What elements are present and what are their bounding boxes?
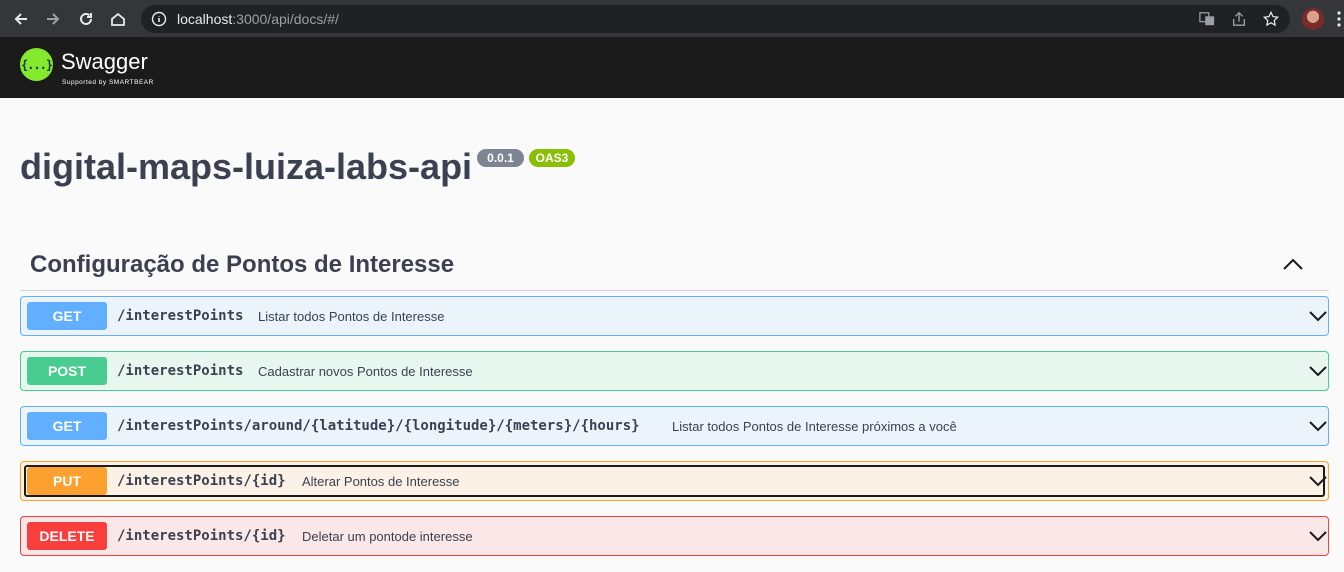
method-badge: DELETE: [27, 522, 107, 550]
chevron-up-icon[interactable]: [1282, 256, 1304, 272]
operation-get-interest-points-around[interactable]: GET /interestPoints/around/{latitude}/{l…: [20, 406, 1329, 446]
tag-title[interactable]: Configuração de Pontos de Interesse: [30, 251, 454, 279]
tag-section-header[interactable]: Configuração de Pontos de Interesse: [20, 240, 1329, 291]
forward-arrow-icon[interactable]: [40, 6, 66, 32]
url-text[interactable]: localhost:3000/api/docs/#/: [177, 11, 339, 27]
reload-icon[interactable]: [73, 6, 99, 32]
method-badge: GET: [27, 302, 107, 330]
avatar[interactable]: [1302, 8, 1324, 30]
chevron-down-icon[interactable]: [1308, 308, 1328, 324]
star-icon[interactable]: [1262, 10, 1280, 28]
kebab-menu-icon[interactable]: [1334, 8, 1344, 30]
info-icon[interactable]: [151, 11, 167, 27]
swagger-logo-icon[interactable]: {...}: [20, 48, 53, 81]
version-badge: 0.0.1: [477, 149, 524, 167]
chevron-down-icon[interactable]: [1308, 528, 1328, 544]
address-bar[interactable]: localhost:3000/api/docs/#/: [141, 5, 1290, 33]
url-path: :3000/api/docs/#/: [232, 11, 339, 27]
chevron-down-icon[interactable]: [1308, 363, 1328, 379]
operation-get-interest-points[interactable]: GET /interestPoints Listar todos Pontos …: [20, 296, 1329, 336]
translate-icon[interactable]: [1198, 10, 1216, 28]
operation-path: /interestPoints/around/{latitude}/{longi…: [117, 418, 640, 434]
method-badge: GET: [27, 412, 107, 440]
operation-path: /interestPoints/{id}: [117, 473, 286, 489]
swagger-logo-subtitle: Supported by SMARTBEAR: [62, 79, 154, 86]
url-host: localhost: [177, 11, 233, 27]
operation-summary: Listar todos Pontos de Interesse próximo…: [672, 419, 957, 434]
operation-summary: Alterar Pontos de Interesse: [302, 474, 460, 489]
api-title: digital-maps-luiza-labs-api: [20, 146, 473, 187]
chevron-down-icon[interactable]: [1308, 418, 1328, 434]
back-arrow-icon[interactable]: [8, 6, 34, 32]
operation-summary: Cadastrar novos Pontos de Interesse: [258, 364, 473, 379]
swagger-logo-text[interactable]: Swagger: [61, 49, 148, 75]
operation-path: /interestPoints: [117, 308, 244, 324]
method-badge: POST: [27, 357, 107, 385]
operation-put-interest-point[interactable]: PUT /interestPoints/{id} Alterar Pontos …: [20, 461, 1329, 501]
operation-post-interest-points[interactable]: POST /interestPoints Cadastrar novos Pon…: [20, 351, 1329, 391]
browser-toolbar: localhost:3000/api/docs/#/: [0, 0, 1344, 37]
operation-summary: Deletar um pontode interesse: [302, 529, 473, 544]
home-icon[interactable]: [105, 6, 131, 32]
method-badge: PUT: [27, 467, 107, 495]
operation-summary: Listar todos Pontos de Interesse: [258, 309, 445, 324]
swagger-logo-glyph: {...}: [20, 57, 53, 72]
operation-delete-interest-point[interactable]: DELETE /interestPoints/{id} Deletar um p…: [20, 516, 1329, 556]
share-icon[interactable]: [1230, 10, 1248, 28]
swagger-topbar: {...} Swagger Supported by SMARTBEAR: [0, 37, 1344, 98]
chevron-down-icon[interactable]: [1308, 473, 1328, 489]
oas-badge: OAS3: [529, 149, 575, 167]
operation-path: /interestPoints/{id}: [117, 528, 286, 544]
operation-path: /interestPoints: [117, 363, 244, 379]
